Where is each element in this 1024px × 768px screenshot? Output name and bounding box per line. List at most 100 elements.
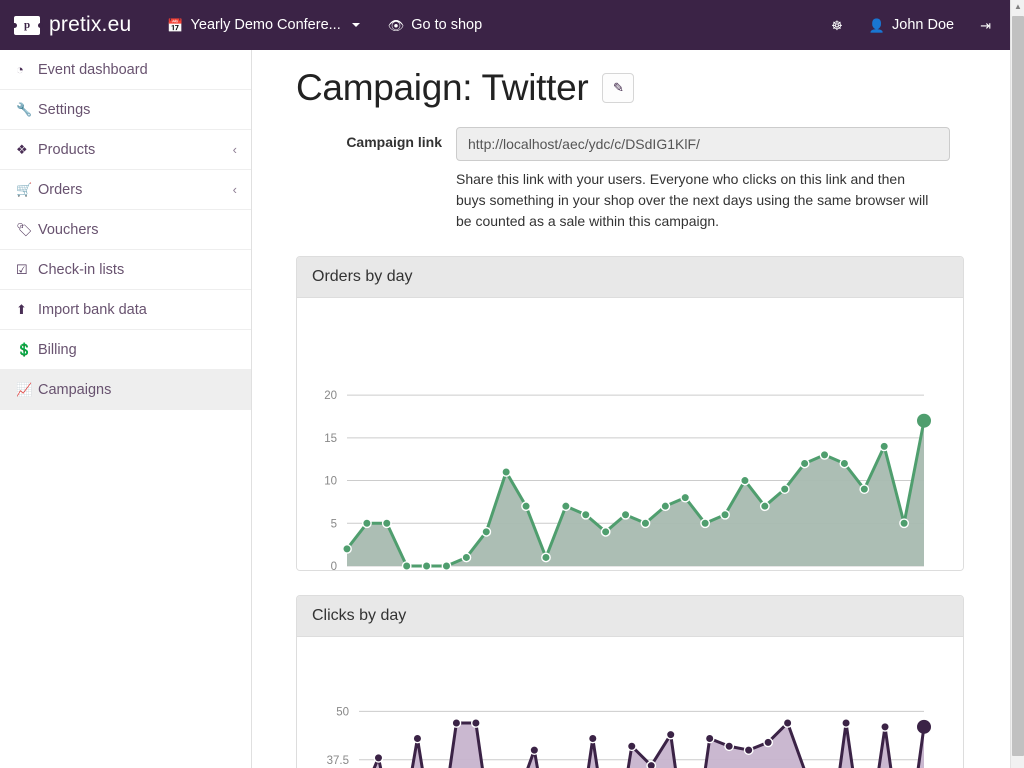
logout-button[interactable]: ⇥ bbox=[967, 0, 1004, 50]
data-point[interactable] bbox=[764, 738, 772, 746]
scrollbar-thumb[interactable] bbox=[1012, 16, 1024, 756]
data-point[interactable] bbox=[374, 753, 382, 761]
user-icon: 👤 bbox=[869, 19, 885, 32]
data-point[interactable] bbox=[701, 519, 709, 527]
data-point[interactable] bbox=[628, 742, 636, 750]
sidebar-item-label: Campaigns bbox=[38, 382, 237, 398]
page-root: p pretix.eu 📅 Yearly Demo Confere... 👁 G… bbox=[0, 0, 1024, 768]
sidebar-item-billing[interactable]: 💲 Billing bbox=[0, 330, 251, 370]
event-selector[interactable]: 📅 Yearly Demo Confere... bbox=[153, 0, 373, 50]
data-point[interactable] bbox=[589, 734, 597, 742]
data-point[interactable] bbox=[661, 502, 669, 510]
data-point[interactable] bbox=[530, 746, 538, 754]
check-square-icon: ☑ bbox=[16, 262, 38, 278]
data-point[interactable] bbox=[363, 519, 371, 527]
data-point[interactable] bbox=[442, 561, 450, 569]
data-point[interactable] bbox=[781, 485, 789, 493]
panel-header: Clicks by day bbox=[297, 596, 963, 637]
data-point[interactable] bbox=[422, 561, 430, 569]
panel-title: Clicks by day bbox=[312, 607, 948, 625]
data-point[interactable] bbox=[522, 502, 530, 510]
data-point[interactable] bbox=[744, 746, 752, 754]
sidebar-item-label: Check-in lists bbox=[38, 262, 237, 278]
page-scrollbar[interactable]: ▲ bbox=[1010, 0, 1024, 768]
data-point[interactable] bbox=[413, 734, 421, 742]
logo-letter: p bbox=[24, 20, 30, 31]
y-tick-label: 50 bbox=[336, 706, 349, 718]
campaign-link-help: Share this link with your users. Everyon… bbox=[456, 169, 930, 232]
data-point[interactable] bbox=[562, 502, 570, 510]
sidebar-item-label: Vouchers bbox=[38, 222, 237, 238]
sidebar-item-label: Orders bbox=[38, 182, 233, 198]
data-point[interactable] bbox=[641, 519, 649, 527]
y-tick-label: 20 bbox=[324, 390, 337, 402]
eye-icon: 👁 bbox=[388, 19, 405, 32]
scroll-up-arrow-icon[interactable]: ▲ bbox=[1011, 0, 1024, 14]
y-tick-label: 15 bbox=[324, 433, 337, 445]
user-name-label: John Doe bbox=[892, 17, 954, 33]
data-point[interactable] bbox=[542, 553, 550, 561]
data-point[interactable] bbox=[621, 510, 629, 518]
user-menu[interactable]: 👤 John Doe bbox=[856, 0, 967, 50]
tickets-icon: ❖ bbox=[16, 142, 38, 158]
sidebar-item-event-dashboard[interactable]: ◔ Event dashboard bbox=[0, 50, 251, 90]
navbar-right: ☸ 👤 John Doe ⇥ bbox=[818, 0, 1010, 50]
go-to-shop-link[interactable]: 👁 Go to shop bbox=[374, 0, 496, 50]
panel-body: 2537.550 2018-04-27 Clicks: 46 bbox=[297, 637, 963, 768]
clicks-chart-svg: 2537.550 bbox=[297, 637, 963, 768]
dashboard-icon: ◔ bbox=[16, 62, 38, 77]
data-point[interactable] bbox=[472, 718, 480, 726]
orders-area-path bbox=[347, 420, 924, 565]
panel-clicks-by-day: Clicks by day 2537.550 2018-04-27 Clicks… bbox=[296, 595, 964, 768]
data-point[interactable] bbox=[601, 527, 609, 535]
orders-chart[interactable]: 05101520 2018-03-292018-04-052018-04-122… bbox=[297, 298, 963, 570]
data-point[interactable] bbox=[783, 718, 791, 726]
data-point[interactable] bbox=[881, 722, 889, 730]
sidebar-item-import-bank-data[interactable]: ⬆ Import bank data bbox=[0, 290, 251, 330]
data-point[interactable] bbox=[582, 510, 590, 518]
data-point[interactable] bbox=[840, 459, 848, 467]
sidebar-item-check-in-lists[interactable]: ☑ Check-in lists bbox=[0, 250, 251, 290]
data-point[interactable] bbox=[761, 502, 769, 510]
data-point[interactable] bbox=[452, 718, 460, 726]
main-content: Campaign: Twitter ✎ Campaign link Share … bbox=[252, 50, 1010, 768]
data-point[interactable] bbox=[462, 553, 470, 561]
sidebar-item-products[interactable]: ❖ Products ‹ bbox=[0, 130, 251, 170]
chevron-left-icon: ‹ bbox=[233, 142, 237, 157]
data-point[interactable] bbox=[402, 561, 410, 569]
campaign-link-input[interactable] bbox=[456, 127, 950, 161]
data-point[interactable] bbox=[917, 720, 931, 734]
data-point[interactable] bbox=[383, 519, 391, 527]
data-point[interactable] bbox=[647, 761, 655, 768]
data-point[interactable] bbox=[860, 485, 868, 493]
data-point[interactable] bbox=[880, 442, 888, 450]
brand-link[interactable]: p pretix.eu bbox=[0, 0, 131, 50]
data-point[interactable] bbox=[705, 734, 713, 742]
sidebar-item-campaigns[interactable]: 📈 Campaigns bbox=[0, 370, 251, 410]
data-point[interactable] bbox=[741, 476, 749, 484]
sidebar-item-orders[interactable]: 🛒 Orders ‹ bbox=[0, 170, 251, 210]
data-point[interactable] bbox=[721, 510, 729, 518]
tag-icon: 🏷 bbox=[16, 222, 38, 238]
data-point[interactable] bbox=[800, 459, 808, 467]
navbar-left: p pretix.eu 📅 Yearly Demo Confere... 👁 G… bbox=[0, 0, 496, 50]
sidebar-item-settings[interactable]: 🔧 Settings bbox=[0, 90, 251, 130]
data-point[interactable] bbox=[681, 493, 689, 501]
edit-campaign-button[interactable]: ✎ bbox=[602, 73, 634, 103]
wrench-icon: 🔧 bbox=[16, 102, 38, 118]
data-point[interactable] bbox=[842, 718, 850, 726]
data-point[interactable] bbox=[725, 742, 733, 750]
campaign-link-field: Share this link with your users. Everyon… bbox=[456, 127, 964, 232]
data-point[interactable] bbox=[482, 527, 490, 535]
data-point[interactable] bbox=[667, 730, 675, 738]
clicks-chart[interactable]: 2537.550 2018-04-27 Clicks: 46 bbox=[297, 637, 963, 768]
data-point[interactable] bbox=[900, 519, 908, 527]
data-point[interactable] bbox=[502, 467, 510, 475]
panel-title: Orders by day bbox=[312, 268, 948, 286]
sidebar-item-vouchers[interactable]: 🏷 Vouchers bbox=[0, 210, 251, 250]
data-point[interactable] bbox=[917, 413, 931, 427]
data-point[interactable] bbox=[820, 450, 828, 458]
page-title: Campaign: Twitter bbox=[296, 68, 588, 109]
data-point[interactable] bbox=[343, 544, 351, 552]
help-button[interactable]: ☸ bbox=[818, 0, 856, 50]
